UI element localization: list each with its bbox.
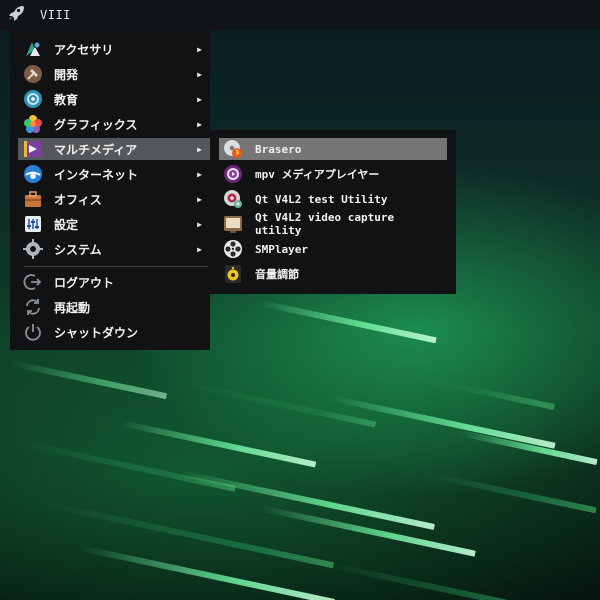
qv4l2-icon	[223, 189, 243, 209]
application-menu: アクセサリ ▶ 開発 ▶ 教育 ▶ グラフィックス ▶ マルチメディア ▶ イン	[10, 30, 212, 350]
submenu-item-smplayer[interactable]: SMPlayer	[219, 238, 447, 260]
development-icon	[23, 64, 43, 84]
submenu-item-qvidcap[interactable]: Qt V4L2 video capture utility	[219, 211, 447, 237]
rocket-icon	[6, 3, 26, 27]
submenu-item-label: Brasero	[255, 142, 302, 156]
menu-item-internet[interactable]: インターネット ▶	[18, 163, 212, 185]
menu-item-label: 設定	[54, 217, 79, 232]
restart-icon	[23, 297, 43, 317]
menu-item-system[interactable]: システム ▶	[18, 238, 212, 260]
menu-item-label: インターネット	[54, 167, 139, 182]
menu-item-accessories[interactable]: アクセサリ ▶	[18, 38, 212, 60]
submenu-item-label: 音量調節	[255, 268, 299, 281]
menu-item-settings[interactable]: 設定 ▶	[18, 213, 212, 235]
accessories-icon	[23, 39, 43, 59]
menu-item-office[interactable]: オフィス ▶	[18, 188, 212, 210]
menu-item-label: 開発	[54, 67, 79, 82]
menu-item-restart[interactable]: 再起動	[18, 296, 212, 318]
shutdown-icon	[23, 322, 43, 342]
menu-item-label: アクセサリ	[54, 42, 114, 57]
menu-item-logout[interactable]: ログアウト	[18, 271, 212, 293]
menu-item-label: オフィス	[54, 192, 102, 207]
internet-icon	[23, 164, 43, 184]
logout-icon	[23, 272, 43, 292]
menu-item-label: マルチメディア	[54, 142, 138, 157]
multimedia-submenu: Brasero mpv メディアプレイヤー Qt V4L2 test Utili…	[210, 130, 456, 294]
submenu-item-label: mpv メディアプレイヤー	[255, 168, 380, 181]
submenu-arrow-icon: ▶	[197, 219, 202, 229]
submenu-arrow-icon: ▶	[197, 169, 202, 179]
submenu-item-label: Qt V4L2 video capture utility	[255, 211, 395, 237]
menu-item-multimedia[interactable]: マルチメディア ▶	[18, 138, 212, 160]
multimedia-icon	[23, 139, 43, 159]
menu-item-label: グラフィックス	[54, 117, 138, 132]
menu-item-label: シャットダウン	[54, 325, 139, 340]
qvidcap-icon	[223, 214, 243, 234]
menu-item-label: システム	[54, 242, 102, 257]
submenu-arrow-icon: ▶	[197, 94, 202, 104]
menu-separator	[24, 266, 208, 267]
menu-item-graphics[interactable]: グラフィックス ▶	[18, 113, 212, 135]
education-icon	[23, 89, 43, 109]
submenu-arrow-icon: ▶	[197, 244, 202, 254]
panel-title: VIII	[40, 8, 71, 22]
menu-item-shutdown[interactable]: シャットダウン	[18, 321, 212, 343]
brasero-icon	[223, 139, 243, 159]
submenu-item-mpv[interactable]: mpv メディアプレイヤー	[219, 163, 447, 185]
submenu-item-volume-control[interactable]: 音量調節	[219, 263, 447, 285]
volume-control-icon	[223, 264, 243, 284]
menu-item-development[interactable]: 開発 ▶	[18, 63, 212, 85]
menu-item-label: ログアウト	[54, 275, 115, 290]
submenu-arrow-icon: ▶	[197, 144, 202, 154]
submenu-item-label: SMPlayer	[255, 242, 308, 256]
top-panel: VIII	[0, 0, 600, 30]
submenu-item-qv4l2[interactable]: Qt V4L2 test Utility	[219, 188, 447, 210]
mpv-icon	[223, 164, 243, 184]
submenu-arrow-icon: ▶	[197, 194, 202, 204]
submenu-arrow-icon: ▶	[197, 69, 202, 79]
submenu-item-label: Qt V4L2 test Utility	[255, 192, 388, 206]
submenu-arrow-icon: ▶	[197, 119, 202, 129]
application-menu-button[interactable]	[0, 0, 34, 30]
office-icon	[23, 189, 43, 209]
smplayer-icon	[223, 239, 243, 259]
graphics-icon	[23, 114, 43, 134]
settings-icon	[23, 214, 43, 234]
menu-item-label: 再起動	[54, 300, 91, 315]
submenu-item-brasero[interactable]: Brasero	[219, 138, 447, 160]
system-icon	[23, 239, 43, 259]
submenu-arrow-icon: ▶	[197, 44, 202, 54]
menu-item-label: 教育	[54, 92, 79, 107]
menu-item-education[interactable]: 教育 ▶	[18, 88, 212, 110]
